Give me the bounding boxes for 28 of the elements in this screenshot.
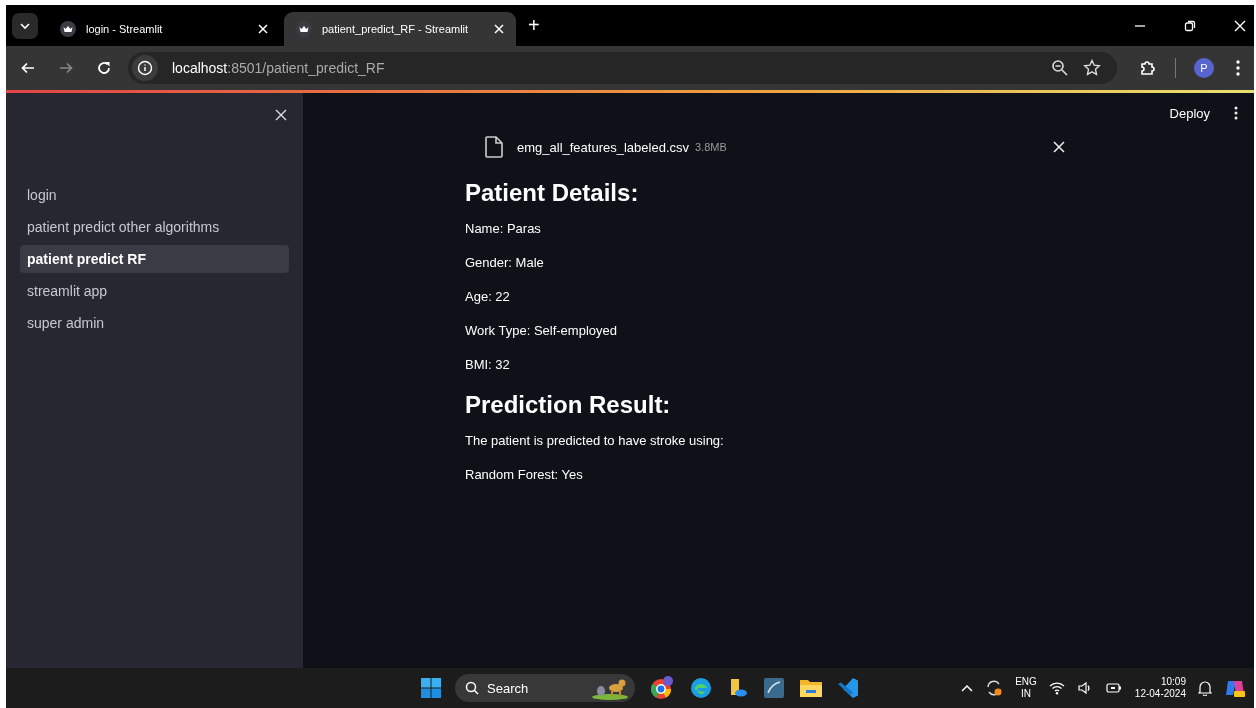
detail-text: Gender: Male	[465, 255, 545, 270]
search-field[interactable]: Search	[455, 674, 635, 702]
detail-text: Name: Paras	[465, 221, 542, 236]
browser-tab[interactable]: patient_predict_RF - Streamlit	[284, 12, 516, 46]
detail-text: Random Forest: Yes	[465, 467, 584, 482]
detail-text: The patient is predicted to have stroke using:	[465, 433, 725, 448]
detail-text: Age: 22	[465, 289, 511, 304]
detail-text: Work Type: Self-employed	[465, 323, 618, 338]
detail-text: BMI: 32	[465, 357, 511, 372]
browser-tab[interactable]: login - Streamlit	[48, 12, 280, 46]
url-text: localhost:8501/patient_predict_RF	[172, 60, 385, 76]
tab-title: patient_predict_RF - Streamlit	[322, 23, 470, 35]
tab-title: login - Streamlit	[86, 23, 164, 35]
clock[interactable]: 10:09 12-04-2024	[1134, 676, 1186, 700]
deploy-button[interactable]: Deploy	[1163, 104, 1216, 122]
file-size: 3.8MB	[695, 141, 727, 153]
section-heading: Prediction Result:	[465, 391, 672, 419]
new-tab-button[interactable]: +	[520, 14, 548, 37]
nav-link[interactable]: streamlit app	[20, 277, 289, 305]
address-bar[interactable]: localhost:8501/patient_predict_RF	[128, 52, 1117, 84]
nav-link[interactable]: super admin	[20, 309, 289, 337]
nav-link[interactable]: patient predict other algorithms	[20, 213, 289, 241]
section-heading: Patient Details:	[465, 179, 640, 207]
profile-avatar[interactable]: P	[1194, 58, 1214, 78]
nav-link[interactable]: login	[20, 181, 289, 209]
language-indicator[interactable]: ENG IN	[1015, 676, 1037, 700]
nav-link[interactable]: patient predict RF	[20, 245, 289, 273]
file-name: emg_all_features_labeled.csv	[517, 139, 689, 155]
